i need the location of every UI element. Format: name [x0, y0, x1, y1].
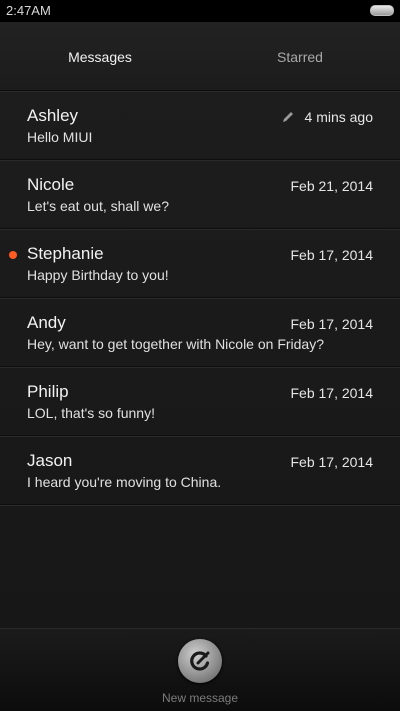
- bottom-bar: New message: [0, 628, 400, 711]
- tab-starred[interactable]: Starred: [200, 22, 400, 90]
- conversation-row[interactable]: Jason Feb 17, 2014 I heard you're moving…: [0, 436, 400, 505]
- conversation-row[interactable]: Philip Feb 17, 2014 LOL, that's so funny…: [0, 367, 400, 436]
- message-date: Feb 17, 2014: [290, 385, 373, 401]
- contact-name: Stephanie: [27, 244, 104, 263]
- message-preview: Happy Birthday to you!: [27, 267, 169, 283]
- message-preview: Hey, want to get together with Nicole on…: [27, 336, 325, 352]
- contact-name: Philip: [27, 382, 69, 401]
- message-date: Feb 17, 2014: [290, 316, 373, 332]
- contact-name: Nicole: [27, 175, 75, 194]
- compose-icon: [190, 651, 210, 671]
- contact-name: Andy: [27, 313, 66, 332]
- status-bar: 2:47AM: [0, 0, 400, 22]
- message-date: Feb 21, 2014: [290, 178, 373, 194]
- conversation-row[interactable]: Nicole Feb 21, 2014 Let's eat out, shall…: [0, 160, 400, 229]
- contact-name: Ashley: [27, 106, 79, 125]
- conversation-row[interactable]: Andy Feb 17, 2014 Hey, want to get toget…: [0, 298, 400, 367]
- message-preview: LOL, that's so funny!: [27, 405, 155, 421]
- conversation-row[interactable]: Ashley 4 mins ago Hello MIUI: [0, 91, 400, 160]
- contact-name: Jason: [27, 451, 73, 470]
- pencil-icon: [281, 110, 295, 124]
- message-preview: Let's eat out, shall we?: [27, 198, 169, 214]
- message-date: 4 mins ago: [304, 109, 373, 125]
- tab-messages[interactable]: Messages: [0, 22, 200, 90]
- conversation-row[interactable]: Stephanie Feb 17, 2014 Happy Birthday to…: [0, 229, 400, 298]
- tab-bar: Messages Starred: [0, 22, 400, 91]
- new-message-button[interactable]: [178, 639, 222, 683]
- status-time: 2:47AM: [6, 3, 51, 18]
- message-preview: I heard you're moving to China.: [27, 474, 222, 490]
- message-date: Feb 17, 2014: [290, 247, 373, 263]
- messaging-screen: 2:47AM Messages Starred Ashley 4 mins ag…: [0, 0, 400, 711]
- battery-icon: [370, 5, 394, 16]
- message-list: Ashley 4 mins ago Hello MIUI Nicole Feb …: [0, 91, 400, 505]
- new-message-label: New message: [161, 691, 239, 705]
- message-date: Feb 17, 2014: [290, 454, 373, 470]
- message-preview: Hello MIUI: [27, 129, 93, 145]
- unread-dot-icon: [9, 251, 17, 259]
